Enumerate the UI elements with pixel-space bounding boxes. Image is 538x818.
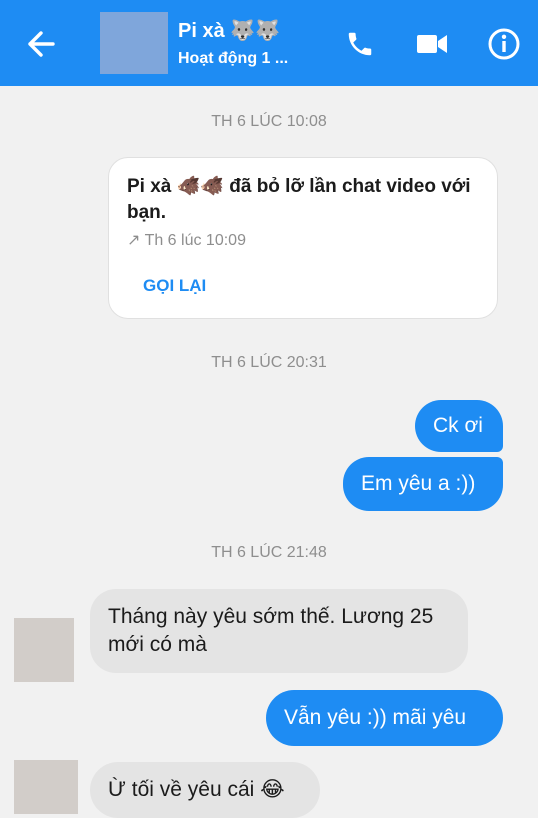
chat-header: Pi xà 🐺🐺 Hoạt động 1 ... <box>0 0 538 86</box>
timestamp: TH 6 LÚC 20:31 <box>211 354 327 371</box>
phone-call-icon[interactable] <box>342 26 378 62</box>
missed-call-time: ↗ Th 6 lúc 10:09 <box>127 232 246 249</box>
timestamp: TH 6 LÚC 21:48 <box>211 544 327 561</box>
sender-avatar[interactable] <box>14 618 74 682</box>
message-text: Em yêu a :)) <box>361 472 476 495</box>
video-call-icon[interactable] <box>414 26 450 62</box>
call-back-button[interactable]: GỌI LẠI <box>143 276 206 296</box>
contact-name[interactable]: Pi xà 🐺🐺 <box>178 18 280 43</box>
outgoing-message[interactable]: Ck ơi <box>415 400 503 452</box>
message-text: Ừ tối về yêu cái 😂 <box>108 778 285 801</box>
outgoing-message[interactable]: Em yêu a :)) <box>343 457 503 511</box>
outgoing-message[interactable]: Vẫn yêu :)) mãi yêu <box>266 690 503 746</box>
back-arrow-icon[interactable] <box>24 28 58 60</box>
timestamp: TH 6 LÚC 10:08 <box>211 113 327 130</box>
message-text: Vẫn yêu :)) mãi yêu <box>284 706 467 729</box>
missed-call-text: Pi xà 🐗🐗 đã bỏ lỡ lần chat video với bạn… <box>127 176 471 223</box>
incoming-message[interactable]: Tháng này yêu sớm thế. Lương 25 mới có m… <box>90 589 468 673</box>
incoming-message[interactable]: Ừ tối về yêu cái 😂 <box>90 762 320 818</box>
info-icon[interactable] <box>486 26 522 62</box>
contact-avatar[interactable] <box>100 12 168 74</box>
message-text: Ck ơi <box>433 414 483 437</box>
sender-avatar[interactable] <box>14 760 78 814</box>
active-status: Hoạt động 1 ... <box>178 50 289 67</box>
missed-video-call-card: Pi xà 🐗🐗 đã bỏ lỡ lần chat video với bạn… <box>108 157 498 319</box>
message-text: Tháng này yêu sớm thế. Lương 25 mới có m… <box>108 605 434 656</box>
